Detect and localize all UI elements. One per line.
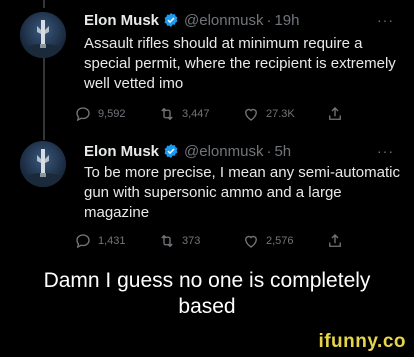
share-icon xyxy=(329,234,341,247)
tweet-time[interactable]: 19h xyxy=(274,12,299,29)
share-icon xyxy=(329,107,341,120)
reply-button[interactable]: 1,431 xyxy=(74,231,126,251)
reply-button[interactable]: 9,592 xyxy=(74,104,126,124)
verified-badge-icon xyxy=(163,12,179,28)
reply-count: 9,592 xyxy=(98,108,126,120)
tweet-header: Elon Musk @elonmusk · 5h xyxy=(84,141,291,161)
more-icon[interactable]: ··· xyxy=(377,143,394,159)
tweet-actions: 1,431 373 2,576 xyxy=(74,231,344,251)
retweet-button[interactable]: 3,447 xyxy=(158,104,210,124)
share-button[interactable] xyxy=(326,231,350,251)
author-handle[interactable]: @elonmusk xyxy=(184,143,263,160)
author-avatar[interactable] xyxy=(20,141,66,187)
retweet-count: 373 xyxy=(182,235,201,247)
meme-caption: Damn I guess no one is completely based xyxy=(43,269,371,318)
author-name[interactable]: Elon Musk xyxy=(84,12,159,29)
like-count: 27.3K xyxy=(266,108,295,120)
author-name[interactable]: Elon Musk xyxy=(84,143,159,160)
share-button[interactable] xyxy=(326,104,350,124)
tweet-text: Assault rifles should at minimum require… xyxy=(84,35,396,92)
more-icon[interactable]: ··· xyxy=(377,12,394,28)
author-avatar[interactable] xyxy=(20,12,66,58)
tweet-1[interactable]: Elon Musk @elonmusk · 19h ··· Assault ri… xyxy=(0,0,414,135)
tweet-time[interactable]: 5h xyxy=(274,143,291,160)
like-icon xyxy=(245,108,257,121)
reply-count: 1,431 xyxy=(98,235,126,247)
like-button[interactable]: 2,576 xyxy=(242,231,294,251)
tweet-text: To be more precise, I mean any semi-auto… xyxy=(84,164,400,221)
retweet-count: 3,447 xyxy=(182,108,210,120)
separator-dot: · xyxy=(266,11,272,29)
reply-icon xyxy=(76,234,90,249)
like-button[interactable]: 27.3K xyxy=(242,104,295,124)
retweet-button[interactable]: 373 xyxy=(158,231,200,251)
like-icon xyxy=(245,235,257,248)
verified-badge-icon xyxy=(163,143,179,159)
tweet-header: Elon Musk @elonmusk · 19h xyxy=(84,10,299,30)
ifunny-watermark: ifunny.co xyxy=(318,331,406,352)
tweet-2[interactable]: Elon Musk @elonmusk · 5h ··· To be more … xyxy=(0,135,414,260)
reply-icon xyxy=(76,107,90,122)
retweet-icon xyxy=(161,107,173,121)
separator-dot: · xyxy=(266,142,272,160)
author-handle[interactable]: @elonmusk xyxy=(184,12,263,29)
retweet-icon xyxy=(161,234,173,248)
tweet-actions: 9,592 3,447 27.3K xyxy=(74,104,344,124)
like-count: 2,576 xyxy=(266,235,294,247)
